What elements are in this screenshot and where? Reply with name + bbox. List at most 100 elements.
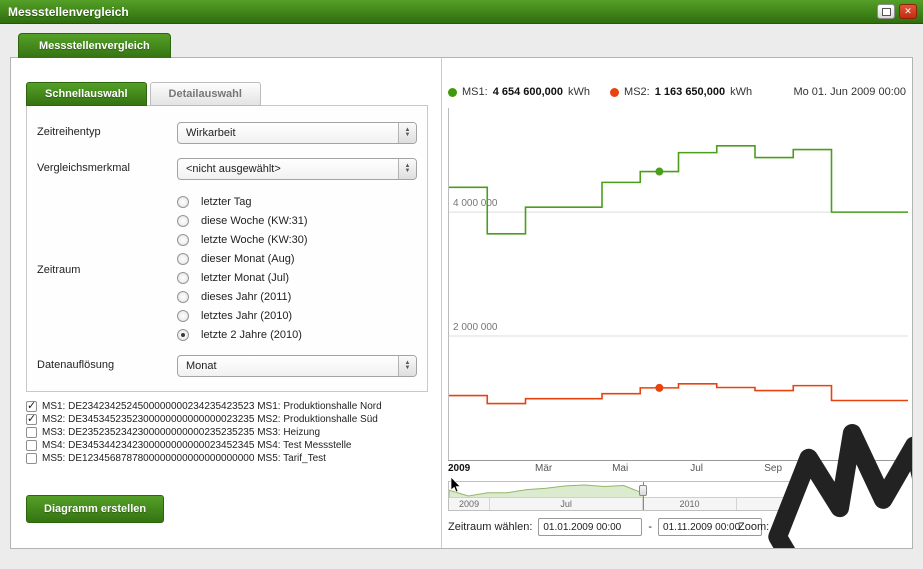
window-buttons: ✕ [877, 4, 917, 19]
tab-schnellauswahl[interactable]: Schnellauswahl [26, 82, 147, 106]
window-content: Messstellenvergleich Schnellauswahl Deta… [0, 24, 923, 549]
stepper-arrows-icon: ▲▼ [398, 356, 416, 376]
tab-messstellenvergleich[interactable]: Messstellenvergleich [18, 33, 171, 58]
ms1-series-dot-icon [448, 88, 457, 97]
checkbox-icon [26, 401, 37, 412]
radio-diese-woche[interactable]: diese Woche (KW:31) [177, 215, 308, 227]
nav-label-2009: 2009 [449, 498, 490, 510]
diagramm-erstellen-button[interactable]: Diagramm erstellen [26, 495, 164, 523]
radio-letzter-monat[interactable]: letzter Monat (Jul) [177, 272, 308, 284]
radio-icon [177, 215, 189, 227]
maximize-icon [882, 8, 891, 16]
ms-label: MS5: DE1234568787800000000000000000000 M… [42, 453, 326, 464]
ms-label: MS2: DE3453452352300000000000000023235 M… [42, 414, 378, 425]
radio-label: letzter Monat (Jul) [201, 272, 289, 284]
legend-value: 1 163 650,000 [655, 86, 725, 98]
radio-icon [177, 234, 189, 246]
radio-label: letzter Tag [201, 196, 252, 208]
radio-label: diese Woche (KW:31) [201, 215, 308, 227]
checkbox-icon [26, 453, 37, 464]
radio-label: letzte Woche (KW:30) [201, 234, 308, 246]
close-button[interactable]: ✕ [899, 4, 917, 19]
legend-item-ms1: MS1: 4 654 600,000 kWh [448, 86, 590, 98]
ms-label: MS4: DE3453442342300000000000023452345 M… [42, 440, 352, 451]
ms3-checkbox-row[interactable]: MS3: DE2352352342300000000000235235235 M… [26, 426, 436, 439]
legend-value: 4 654 600,000 [493, 86, 563, 98]
radio-label: dieses Jahr (2011) [201, 291, 291, 303]
checkbox-icon [26, 427, 37, 438]
pan-hand-cursor-icon [662, 396, 912, 548]
nav-label-jul-2009: Jul [490, 498, 643, 510]
navigator-handle[interactable] [643, 482, 644, 510]
hover-marker-MS1 [655, 168, 663, 176]
range-label: Zeitraum wählen: [448, 521, 532, 533]
radio-letzte-woche[interactable]: letzte Woche (KW:30) [177, 234, 308, 246]
selection-pane: Schnellauswahl Detailauswahl Zeitreihent… [11, 58, 441, 548]
selection-tabs: Schnellauswahl Detailauswahl [26, 82, 441, 106]
chart-legend: MS1: 4 654 600,000 kWh MS2: 1 163 650,000 … [448, 82, 906, 102]
legend-label: MS1: [462, 86, 488, 98]
legend-item-ms2: MS2: 1 163 650,000 kWh [610, 86, 752, 98]
ms2-series-dot-icon [610, 88, 619, 97]
legend-unit: kWh [568, 86, 590, 98]
radio-label: letzte 2 Jahre (2010) [201, 329, 302, 341]
radio-icon [177, 310, 189, 322]
ms-label: MS3: DE2352352342300000000000235235235 M… [42, 427, 320, 438]
chart-plot-area[interactable]: 2 000 000 4 000 000 [448, 108, 908, 461]
ms4-checkbox-row[interactable]: MS4: DE3453442342300000000000023452345 M… [26, 439, 436, 452]
titlebar: Messstellenvergleich ✕ [0, 0, 923, 24]
datenaufloesung-label: Datenauflösung [37, 355, 177, 377]
stepper-arrows-icon: ▲▼ [398, 159, 416, 179]
x-tick-label: 2009 [448, 463, 470, 474]
radio-letzter-tag[interactable]: letzter Tag [177, 196, 308, 208]
radio-icon [177, 272, 189, 284]
radio-label: letztes Jahr (2010) [201, 310, 292, 322]
radio-dieser-monat[interactable]: dieser Monat (Aug) [177, 253, 308, 265]
radio-dieses-jahr[interactable]: dieses Jahr (2011) [177, 291, 308, 303]
vergleichsmerkmal-select[interactable]: <nicht ausgewählt> ▲▼ [177, 158, 417, 180]
radio-icon [177, 329, 189, 341]
zeitreihentyp-value: Wirkarbeit [186, 127, 236, 139]
radio-icon [177, 253, 189, 265]
schnellauswahl-form: Zeitreihentyp Wirkarbeit ▲▼ Vergleichsme… [26, 105, 428, 392]
x-tick-label: Mai [612, 463, 628, 474]
main-panel: Schnellauswahl Detailauswahl Zeitreihent… [10, 57, 913, 549]
zeitreihentyp-label: Zeitreihentyp [37, 122, 177, 144]
window-title: Messstellenvergleich [8, 5, 129, 19]
close-icon: ✕ [904, 6, 912, 17]
tab-detailauswahl[interactable]: Detailauswahl [150, 82, 261, 106]
radio-icon [177, 291, 189, 303]
y-tick-label: 4 000 000 [453, 198, 498, 209]
radio-letztes-jahr[interactable]: letztes Jahr (2010) [177, 310, 308, 322]
legend-label: MS2: [624, 86, 650, 98]
legend-unit: kWh [730, 86, 752, 98]
navigator-grip-icon [639, 485, 647, 496]
maximize-button[interactable] [877, 4, 895, 19]
hover-marker-MS2 [655, 384, 663, 392]
vergleichsmerkmal-label: Vergleichsmerkmal [37, 158, 177, 180]
y-tick-label: 2 000 000 [453, 322, 498, 333]
messstellen-list: MS1: DE2342342524500000000234235423523 M… [26, 400, 436, 465]
navigator-spark [449, 482, 643, 498]
vergleichsmerkmal-value: <nicht ausgewählt> [186, 163, 281, 175]
ms-label: MS1: DE2342342524500000000234235423523 M… [42, 401, 382, 412]
radio-label: dieser Monat (Aug) [201, 253, 295, 265]
range-separator: - [648, 521, 652, 533]
ms5-checkbox-row[interactable]: MS5: DE1234568787800000000000000000000 M… [26, 452, 436, 465]
checkbox-icon [26, 440, 37, 451]
range-from-input[interactable] [538, 518, 642, 536]
checkbox-icon [26, 414, 37, 425]
datenaufloesung-select[interactable]: Monat ▲▼ [177, 355, 417, 377]
radio-letzte-2-jahre[interactable]: letzte 2 Jahre (2010) [177, 329, 308, 341]
ms2-checkbox-row[interactable]: MS2: DE3453452352300000000000000023235 M… [26, 413, 436, 426]
datenaufloesung-value: Monat [186, 360, 217, 372]
hover-timestamp: Mo 01. Jun 2009 00:00 [793, 86, 906, 98]
chart-pane: MS1: 4 654 600,000 kWh MS2: 1 163 650,000 … [441, 58, 912, 548]
zeitreihentyp-select[interactable]: Wirkarbeit ▲▼ [177, 122, 417, 144]
series-line-MS1 [449, 146, 908, 234]
radio-icon [177, 196, 189, 208]
stepper-arrows-icon: ▲▼ [398, 123, 416, 143]
ms1-checkbox-row[interactable]: MS1: DE2342342524500000000234235423523 M… [26, 400, 436, 413]
zeitraum-radio-group: letzter Tag diese Woche (KW:31) letzte W… [177, 194, 308, 341]
mouse-arrow-cursor-icon [450, 477, 461, 496]
